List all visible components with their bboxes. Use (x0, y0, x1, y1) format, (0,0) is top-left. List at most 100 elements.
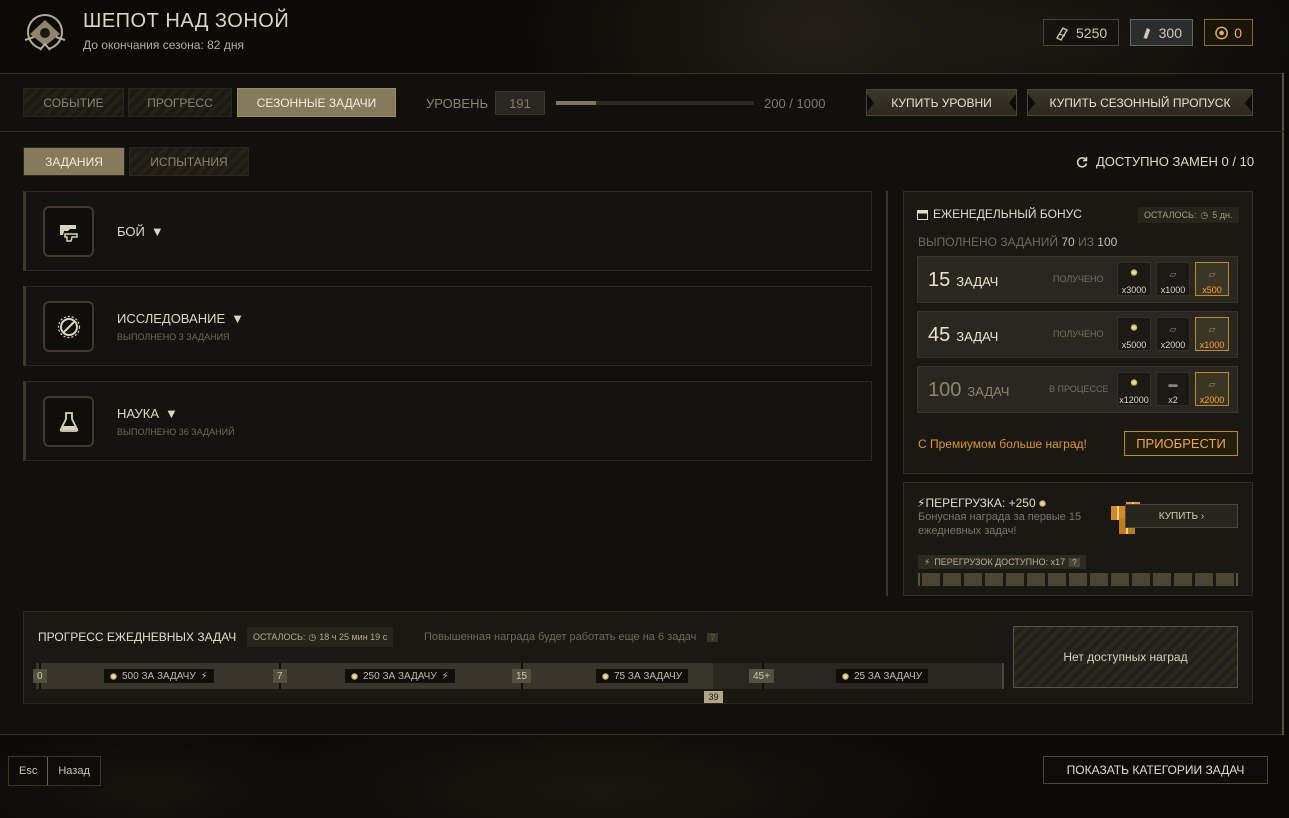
calendar-icon (917, 209, 928, 220)
premium-promo: С Премиумом больше наград! (918, 437, 1087, 451)
tab-season-tasks[interactable]: СЕЗОННЫЕ ЗАДАЧИ (237, 88, 396, 117)
clock-icon: ◷ (308, 631, 317, 642)
chevron-down-icon: ▼ (165, 406, 178, 421)
season-countdown: До окончания сезона: 82 дня (83, 38, 244, 52)
ticket-icon: ▱ (1208, 324, 1216, 334)
no-rewards-box: Нет доступных наград (1013, 626, 1238, 688)
esc-key: Esc (19, 765, 38, 777)
season-title: ШЕПОТ НАД ЗОНОЙ (83, 10, 290, 32)
overload-title: ⚡ПЕРЕГРУЗКА: +250 (917, 496, 1046, 510)
reward-premium: ▱ x1000 (1195, 317, 1229, 351)
dust-icon (1130, 379, 1138, 386)
category-science[interactable]: НАУКА ▼ ВЫПОЛНЕНО 36 ЗАДАНИЙ (23, 381, 872, 461)
panel-edge (1280, 73, 1284, 735)
tick-label: 15 (512, 669, 532, 683)
category-combat[interactable]: БОЙ ▼ (23, 191, 872, 271)
weekly-bonus-title: ЕЖЕНЕДЕЛЬНЫЙ БОНУС (917, 207, 1082, 221)
level-progress-text: 200 / 1000 (764, 96, 826, 111)
level-progress-bar (556, 101, 754, 105)
currency-tickets: 300 (1130, 19, 1193, 46)
tab-progress[interactable]: ПРОГРЕСС (128, 88, 232, 117)
dust-icon (1130, 269, 1138, 276)
reward-premium: ▱ x2000 (1195, 372, 1229, 406)
dust-icon (351, 672, 358, 680)
overload-cell (1132, 573, 1150, 586)
clock-icon: ◷ (1200, 209, 1209, 220)
help-icon[interactable]: ? (707, 633, 718, 642)
overload-cell (1153, 573, 1171, 586)
ticket-icon (1143, 27, 1151, 39)
daily-time-left: ОСТАЛОСЬ: ◷ 18 ч 25 мин 19 с (247, 627, 394, 647)
divider (0, 131, 1284, 132)
dust-icon (602, 672, 609, 680)
help-icon[interactable]: ? (1069, 557, 1080, 567)
overload-cell (1006, 573, 1024, 586)
back-label: Назад (47, 757, 100, 785)
overload-description: Бонусная награда за первые 15 ежедневных… (918, 511, 1082, 537)
reward-dust: x3000 (1117, 262, 1151, 296)
reward-premium: ▱ x500 (1195, 262, 1229, 296)
chevron-right-icon: › (1200, 510, 1205, 522)
overload-cell (1195, 573, 1213, 586)
dust-icon (1130, 324, 1138, 331)
overload-cell (964, 573, 982, 586)
reward-segment: 75 ЗА ЗАДАЧУ (596, 669, 689, 683)
shard-icon (1056, 26, 1068, 41)
lightning-icon: ⚡ (200, 670, 208, 682)
overload-cell (985, 573, 1003, 586)
currency-coins-value: 0 (1234, 24, 1242, 41)
reward-tickets: ▱ x1000 (1156, 262, 1190, 296)
tier-status: ПОЛУЧЕНО (1053, 274, 1104, 284)
overloads-available: ⚡ ПЕРЕГРУЗОК ДОСТУПНО: x17 ? (918, 555, 1086, 569)
tier-status: ПОЛУЧЕНО (1053, 329, 1104, 339)
dust-icon (1038, 500, 1046, 507)
category-exploration[interactable]: ИССЛЕДОВАНИЕ ▼ ВЫПОЛНЕНО 3 ЗАДАНИЯ (23, 286, 872, 366)
level-value: 191 (495, 91, 545, 115)
level-label: УРОВЕНЬ (426, 96, 489, 111)
compass-icon (43, 301, 94, 352)
chevron-down-icon: ▼ (150, 224, 164, 239)
tick-label: 0 (33, 669, 47, 683)
tick-label: 7 (273, 669, 287, 683)
purchase-premium-button[interactable]: ПРИОБРЕСТИ (1124, 431, 1238, 456)
overload-cell (1048, 573, 1066, 586)
dust-icon (110, 672, 117, 680)
daily-bonus-note: Повышенная награда будет работать еще на… (424, 631, 718, 643)
weekly-tier-15: 15 ЗАДАЧ ПОЛУЧЕНО x3000 ▱ x1000 ▱ x500 (917, 256, 1238, 303)
category-exploration-title: ИССЛЕДОВАНИЕ ▼ (117, 311, 244, 326)
overload-buy-button[interactable]: КУПИТЬ › (1125, 504, 1238, 528)
coin-icon (1215, 26, 1228, 39)
level-progress-fill (556, 101, 596, 105)
weekly-tier-100: 100 ЗАДАЧ В ПРОЦЕССЕ x12000 ▬ x2 ▱ x2000 (917, 366, 1238, 413)
buy-season-pass-button[interactable]: КУПИТЬ СЕЗОННЫЙ ПРОПУСК (1027, 89, 1253, 116)
ticket-icon: ▱ (1208, 269, 1216, 279)
category-exploration-progress: ВЫПОЛНЕНО 3 ЗАДАНИЯ (117, 332, 230, 342)
divider (886, 191, 888, 596)
overload-cell (1174, 573, 1192, 586)
track-end (1002, 663, 1004, 689)
overload-cell (1111, 573, 1129, 586)
subtab-challenges[interactable]: ИСПЫТАНИЯ (129, 147, 249, 176)
weekly-tier-45: 45 ЗАДАЧ ПОЛУЧЕНО x5000 ▱ x2000 ▱ x1000 (917, 311, 1238, 358)
current-progress-marker: 39 (704, 691, 723, 703)
gun-icon (43, 206, 94, 257)
weekly-time-left: ОСТАЛОСЬ: ◷ 5 дн. (1138, 207, 1239, 223)
dust-icon (842, 672, 849, 680)
tier-status: В ПРОЦЕССЕ (1049, 384, 1109, 394)
back-button[interactable]: Esc Назад (8, 756, 101, 786)
currency-coins: 0 (1204, 19, 1253, 46)
reward-segment: 250 ЗА ЗАДАЧУ ⚡ (345, 669, 455, 683)
subtab-tasks[interactable]: ЗАДАНИЯ (23, 147, 125, 176)
lightning-icon: ⚡ (924, 556, 931, 567)
reward-tickets: ▱ x2000 (1156, 317, 1190, 351)
weekly-progress: ВЫПОЛНЕНО ЗАДАНИЙ 70 ИЗ 100 (918, 235, 1118, 249)
buy-levels-button[interactable]: КУПИТЬ УРОВНИ (866, 89, 1017, 116)
tab-event[interactable]: СОБЫТИЕ (23, 88, 124, 117)
daily-progress-title: ПРОГРЕСС ЕЖЕДНЕВНЫХ ЗАДАЧ (38, 630, 237, 644)
overload-segment-bar (918, 573, 1238, 586)
reward-dust: x5000 (1117, 317, 1151, 351)
show-categories-button[interactable]: ПОКАЗАТЬ КАТЕГОРИИ ЗАДАЧ (1043, 756, 1268, 784)
reward-weapon: ▬ x2 (1156, 372, 1190, 406)
ticket-icon: ▱ (1169, 324, 1177, 334)
ticket-icon: ▱ (1169, 269, 1177, 279)
